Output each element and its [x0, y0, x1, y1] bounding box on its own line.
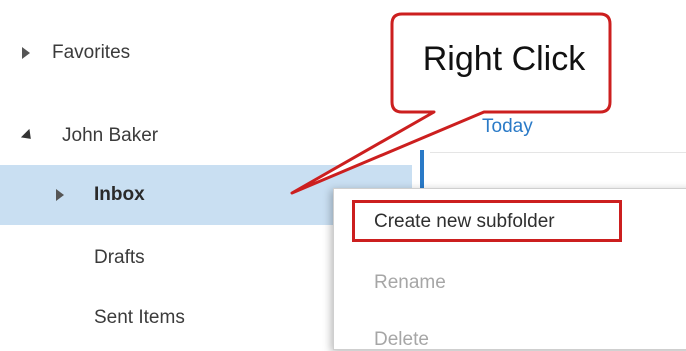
callout-text: Right Click — [422, 40, 586, 78]
